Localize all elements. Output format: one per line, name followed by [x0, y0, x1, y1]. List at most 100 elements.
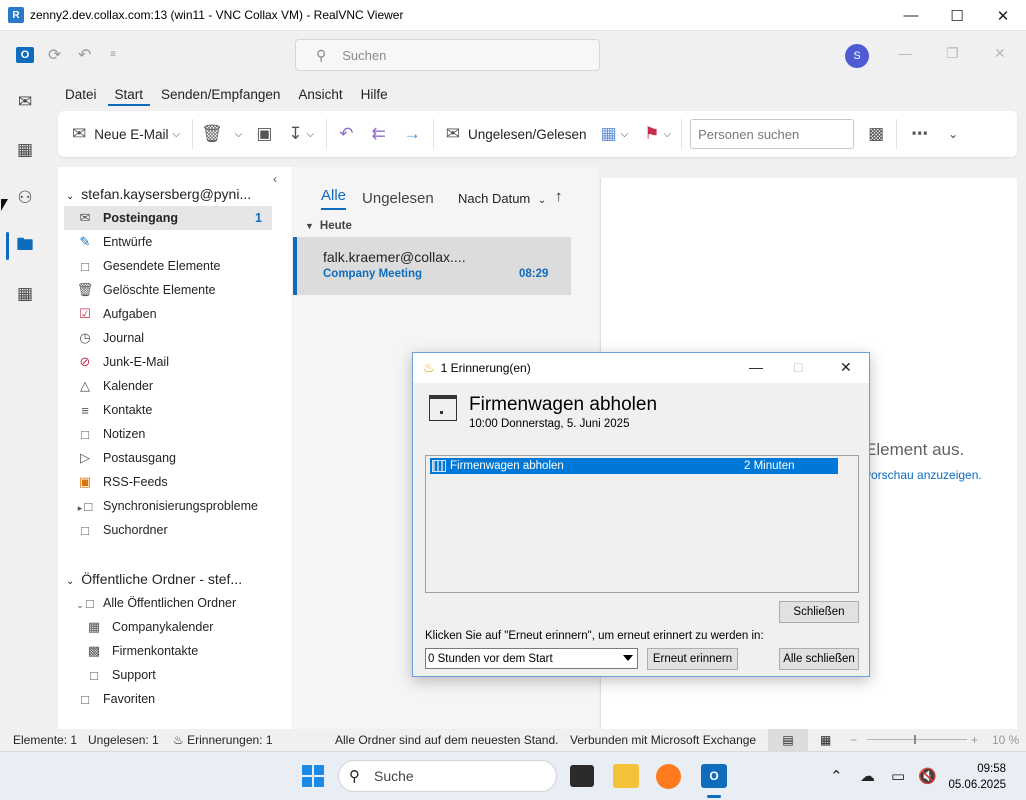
reply-button[interactable]: ↶: [339, 119, 353, 149]
folders-icon[interactable]: 🖿: [13, 234, 37, 258]
outlook-taskbar-icon[interactable]: O: [701, 764, 727, 788]
chevron-up-icon[interactable]: ⌃: [830, 767, 843, 785]
tab-senden-empfangen[interactable]: Senden/Empfangen: [154, 84, 287, 106]
outlook-close-icon[interactable]: ✕: [994, 45, 1006, 62]
display-icon[interactable]: ▭: [891, 767, 905, 785]
chevron-down-icon[interactable]: ⌵: [621, 129, 629, 140]
firefox-icon[interactable]: [656, 764, 681, 789]
folder-firmenkontakte[interactable]: ▩ Firmenkontakte: [73, 639, 281, 663]
zoom-in-icon[interactable]: +: [971, 733, 978, 747]
folder-postausgang[interactable]: ▷ Postausgang: [64, 446, 272, 470]
people-search-input[interactable]: Personen suchen: [690, 119, 855, 149]
file-explorer-icon[interactable]: [613, 764, 639, 788]
reading-pane-link[interactable]: vorschau anzuzeigen.: [865, 468, 982, 482]
more-options-button[interactable]: ⋯: [911, 119, 928, 149]
dismiss-all-button[interactable]: Alle schließen: [779, 648, 859, 670]
minimize-icon[interactable]: —: [888, 0, 934, 31]
close-icon[interactable]: ✕: [840, 359, 852, 376]
network-icon[interactable]: ☁: [860, 767, 875, 785]
chevron-down-icon[interactable]: ⌵: [173, 129, 181, 140]
folder-support[interactable]: □ Support: [73, 663, 281, 687]
folder-label: Entwürfe: [103, 235, 153, 249]
customize-toolbar-icon[interactable]: ≡: [110, 49, 116, 60]
tab-start[interactable]: Start: [107, 84, 151, 106]
windows-start-icon[interactable]: [302, 765, 324, 787]
move-button[interactable]: ↧ ⌵: [288, 119, 314, 149]
chevron-down-icon[interactable]: ⌵: [663, 129, 671, 140]
delete-button[interactable]: 🗑 ⌵: [201, 119, 242, 149]
people-icon[interactable]: ⚇: [13, 186, 37, 210]
volume-muted-icon[interactable]: 🔇: [918, 767, 937, 785]
categorize-button[interactable]: ▦ ⌵: [601, 119, 629, 149]
reminder-time: 10:00 Donnerstag, 5. Juni 2025: [469, 418, 630, 430]
reminder-list[interactable]: Firmenwagen abholen 2 Minuten: [425, 455, 859, 593]
normal-view-icon[interactable]: ▤: [768, 729, 808, 751]
archive-button[interactable]: ▣: [256, 119, 272, 149]
folder-gesendete[interactable]: □ Gesendete Elemente: [64, 254, 272, 278]
outlook-maximize-icon[interactable]: ❐: [946, 45, 959, 62]
tab-ansicht[interactable]: Ansicht: [291, 84, 349, 106]
dismiss-button[interactable]: Schließen: [779, 601, 859, 623]
folder-label: Synchronisierungsprobleme: [103, 499, 258, 513]
reply-all-icon: ⇇: [371, 124, 386, 143]
search-input[interactable]: ⚲ Suchen: [295, 39, 600, 71]
folder-alle-oeffentlichen[interactable]: ⌄ □ Alle Öffentlichen Ordner: [64, 591, 272, 615]
calendar-icon[interactable]: ▦: [13, 138, 37, 162]
public-folders-header[interactable]: ⌄ Öffentliche Ordner - stef...: [66, 571, 242, 587]
snooze-select[interactable]: 0 Stunden vor dem Start: [425, 648, 638, 669]
chevron-left-icon[interactable]: ‹: [273, 172, 277, 186]
outlook-minimize-icon[interactable]: —: [898, 45, 912, 61]
apps-icon[interactable]: ▦: [13, 282, 37, 306]
list-item[interactable]: falk.kraemer@collax.... Company Meeting …: [293, 237, 571, 295]
reading-view-icon[interactable]: ▦: [820, 733, 831, 747]
snooze-button[interactable]: Erneut erinnern: [647, 648, 738, 670]
account-header[interactable]: ⌄ stefan.kaysersberg@pyni...: [66, 186, 251, 202]
folder-entwuerfe[interactable]: ✎ Entwürfe: [64, 230, 272, 254]
folder-label: Journal: [103, 331, 144, 345]
minimize-icon[interactable]: —: [749, 359, 763, 375]
zoom-slider[interactable]: [867, 739, 967, 740]
read-unread-button[interactable]: ✉ Ungelesen/Gelesen: [446, 119, 587, 149]
folder-sync-problems[interactable]: ▸ □ Synchronisierungsprobleme: [64, 494, 272, 518]
taskbar-clock[interactable]: 09:58 05.06.2025: [946, 761, 1006, 793]
folder-notizen[interactable]: □ Notizen: [64, 422, 272, 446]
group-header[interactable]: ▼ Heute: [293, 215, 571, 236]
table-row[interactable]: Firmenwagen abholen 2 Minuten: [430, 458, 838, 474]
mail-icon[interactable]: ✉: [13, 90, 37, 114]
chevron-down-icon[interactable]: ⌵: [307, 129, 315, 140]
folder-kalender[interactable]: △ Kalender: [64, 374, 272, 398]
close-icon[interactable]: ✕: [980, 0, 1026, 31]
flag-button[interactable]: ⚑ ⌵: [644, 119, 671, 149]
new-mail-button[interactable]: ✉ Neue E-Mail ⌵: [72, 119, 180, 149]
status-reminders[interactable]: ♨ Erinnerungen: 1: [173, 733, 273, 747]
folder-suchordner[interactable]: □ Suchordner: [64, 518, 272, 542]
folder-journal[interactable]: ◷ Journal: [64, 326, 272, 350]
folder-junk[interactable]: ⊘ Junk-E-Mail: [64, 350, 272, 374]
avatar[interactable]: S: [845, 44, 869, 68]
sync-icon[interactable]: ⟳: [48, 45, 61, 65]
folder-geloeschte[interactable]: 🗑 Gelöschte Elemente: [64, 278, 272, 302]
zoom-out-icon[interactable]: −: [850, 733, 857, 747]
folder-rss[interactable]: ▣ RSS-Feeds: [64, 470, 272, 494]
task-view-icon[interactable]: [570, 765, 594, 787]
zoom-slider-thumb[interactable]: [914, 735, 916, 744]
tab-unread[interactable]: Ungelesen: [362, 190, 434, 207]
chevron-down-icon[interactable]: ⌵: [235, 129, 243, 140]
address-book-button[interactable]: ▩: [868, 119, 884, 149]
folder-kontakte[interactable]: ≡ Kontakte: [64, 398, 272, 422]
expand-ribbon-button[interactable]: ⌄: [944, 119, 958, 149]
tab-datei[interactable]: Datei: [58, 84, 104, 106]
sort-direction-icon[interactable]: ↑: [555, 188, 563, 205]
tab-hilfe[interactable]: Hilfe: [354, 84, 395, 106]
forward-button[interactable]: →: [404, 119, 421, 149]
sort-dropdown[interactable]: Nach Datum ⌄: [458, 191, 546, 206]
folder-aufgaben[interactable]: ☑ Aufgaben: [64, 302, 272, 326]
reply-all-button[interactable]: ⇇: [371, 119, 385, 149]
folder-favoriten[interactable]: □ Favoriten: [64, 687, 272, 711]
taskbar-search[interactable]: ⚲ Suche: [338, 760, 557, 792]
folder-companykalender[interactable]: ▦ Companykalender: [73, 615, 281, 639]
maximize-icon[interactable]: ☐: [934, 0, 980, 31]
folder-posteingang[interactable]: ✉ Posteingang 1: [64, 206, 272, 230]
tab-all[interactable]: Alle: [321, 187, 347, 210]
undo-icon[interactable]: ↶: [78, 45, 91, 65]
